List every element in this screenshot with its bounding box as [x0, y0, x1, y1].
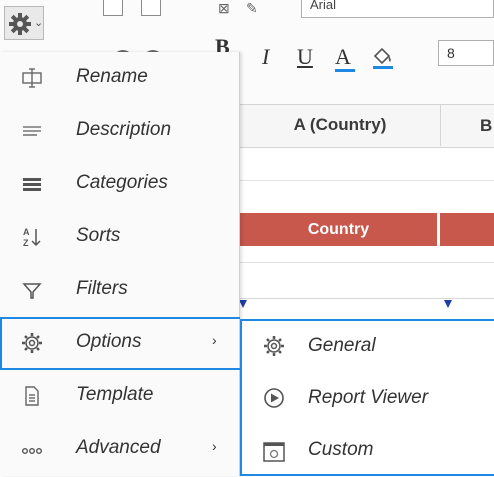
- menu-item-label: Template: [76, 384, 154, 405]
- chevron-down-icon: ⌄: [34, 17, 44, 29]
- menu-item-categories[interactable]: Categories: [0, 158, 240, 210]
- settings-menu-button[interactable]: ⌄: [4, 6, 44, 40]
- chevron-right-icon: ›: [212, 438, 217, 454]
- categories-icon: [21, 173, 43, 195]
- submenu-item-report-viewer[interactable]: Report Viewer: [242, 373, 494, 425]
- menu-item-label: Options: [76, 331, 142, 352]
- chevron-right-icon: ›: [212, 332, 217, 348]
- toolbar-button[interactable]: [103, 0, 123, 16]
- svg-text:Z: Z: [23, 238, 29, 248]
- options-submenu: General Report Viewer Custom: [240, 319, 494, 476]
- brush-icon[interactable]: ✎: [246, 0, 258, 17]
- filter-icon: [21, 279, 43, 301]
- font-size-input[interactable]: 8: [438, 40, 494, 66]
- submenu-item-label: Report Viewer: [308, 387, 429, 408]
- svg-text:A: A: [23, 227, 30, 237]
- gear-icon: [21, 332, 43, 354]
- more-icon: [21, 438, 43, 460]
- menu-item-template[interactable]: Template: [0, 370, 240, 422]
- column-marker: [444, 300, 452, 308]
- row-divider: [240, 262, 494, 263]
- menu-item-options[interactable]: Options ›: [0, 317, 240, 370]
- menu-item-label: Advanced: [76, 437, 161, 458]
- font-name-input[interactable]: Arial: [301, 0, 494, 18]
- window-icon: [262, 439, 286, 463]
- paint-bucket-icon: [373, 47, 393, 69]
- row-divider: [240, 180, 494, 181]
- column-a-header[interactable]: A (Country): [240, 104, 440, 146]
- underline-button[interactable]: U: [297, 44, 313, 70]
- menu-item-rename[interactable]: Rename: [0, 52, 240, 104]
- toolbar-button[interactable]: [141, 0, 161, 16]
- rename-icon: [21, 67, 43, 89]
- submenu-item-label: Custom: [308, 439, 374, 460]
- menu-item-label: Sorts: [76, 225, 121, 246]
- column-separator: [440, 104, 441, 146]
- menu-item-label: Filters: [76, 278, 128, 299]
- font-color-label: A: [335, 44, 351, 69]
- submenu-item-custom[interactable]: Custom: [242, 425, 494, 477]
- column-marker: [239, 300, 247, 308]
- gear-icon: [262, 335, 286, 359]
- column-b-header[interactable]: B: [480, 116, 492, 136]
- row-divider: [240, 298, 494, 299]
- description-icon: [21, 120, 43, 142]
- fill-color-button[interactable]: [370, 46, 396, 75]
- play-circle-icon: [262, 387, 286, 411]
- font-color-button[interactable]: A: [335, 44, 355, 72]
- submenu-item-label: General: [308, 335, 376, 356]
- menu-item-sorts[interactable]: AZ Sorts: [0, 211, 240, 263]
- menu-item-label: Rename: [76, 66, 148, 87]
- sort-icon: AZ: [21, 226, 43, 248]
- gear-icon: [9, 13, 31, 35]
- template-icon: [21, 385, 43, 407]
- menu-item-filters[interactable]: Filters: [0, 264, 240, 316]
- country-header-cell[interactable]: Country: [240, 213, 437, 246]
- font-color-swatch: [335, 69, 355, 72]
- menu-item-advanced[interactable]: Advanced ›: [0, 423, 240, 475]
- italic-button[interactable]: I: [262, 44, 269, 70]
- submenu-item-general[interactable]: General: [242, 321, 494, 373]
- menu-item-description[interactable]: Description: [0, 105, 240, 157]
- options-dropdown-menu: Rename Description Categories AZ Sorts F…: [0, 52, 240, 476]
- menu-item-label: Description: [76, 119, 172, 140]
- menu-item-label: Categories: [76, 172, 168, 193]
- header-cell[interactable]: [440, 213, 494, 246]
- clear-format-icon[interactable]: ⊠: [218, 0, 230, 17]
